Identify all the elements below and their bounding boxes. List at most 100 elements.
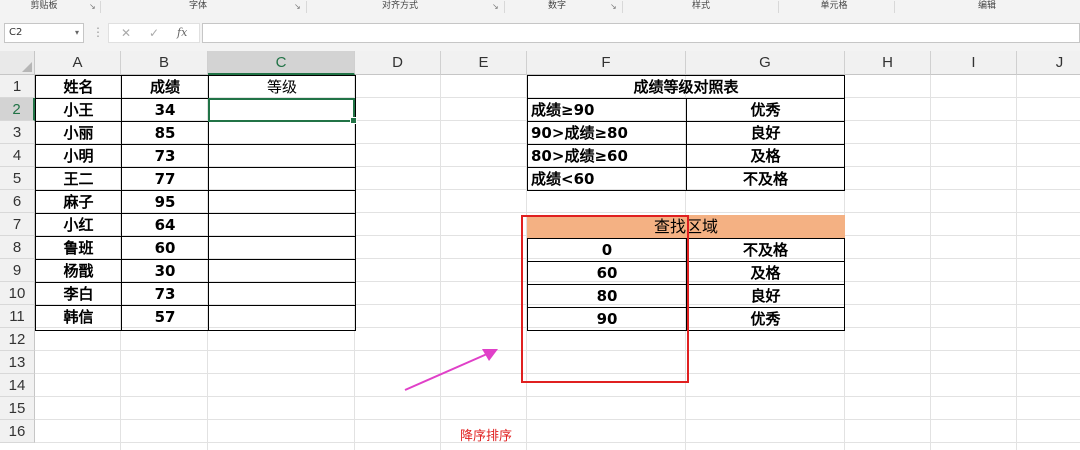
row-header-12[interactable]: 12 (0, 328, 35, 351)
ribbon-separator (306, 1, 307, 13)
cell-grade[interactable] (208, 282, 356, 306)
row-header-10[interactable]: 10 (0, 282, 35, 305)
row-header-7[interactable]: 7 (0, 213, 35, 236)
lookup-grade[interactable]: 优秀 (686, 307, 845, 331)
ribbon-separator (622, 1, 623, 13)
ribbon-group-styles[interactable]: 样式 (684, 0, 718, 12)
alignment-launcher-icon[interactable]: ↘ (492, 2, 499, 11)
cell-score[interactable]: 73 (121, 282, 209, 306)
grade-condition[interactable]: 80>成绩≥60 (527, 144, 687, 168)
column-header-a[interactable]: A (35, 51, 121, 75)
column-header-g[interactable]: G (686, 51, 845, 75)
column-header-d[interactable]: D (355, 51, 441, 75)
row-header-15[interactable]: 15 (0, 397, 35, 420)
name-box-value: C2 (9, 27, 23, 38)
column-header-c[interactable]: C (208, 51, 355, 75)
cell-score[interactable]: 57 (121, 305, 209, 331)
cell-name[interactable]: 小红 (35, 213, 122, 237)
lookup-grade[interactable]: 不及格 (686, 238, 845, 262)
row-header-13[interactable]: 13 (0, 351, 35, 374)
cell-score[interactable]: 95 (121, 190, 209, 214)
header-grade[interactable]: 等级 (208, 75, 356, 99)
cell-grade[interactable] (208, 213, 356, 237)
ribbon-separator (100, 1, 101, 13)
row-header-1[interactable]: 1 (0, 75, 35, 98)
cell-grade[interactable] (208, 305, 356, 331)
cell-score[interactable]: 30 (121, 259, 209, 283)
header-score[interactable]: 成绩 (121, 75, 209, 99)
grade-level[interactable]: 优秀 (686, 98, 845, 122)
row-header-16[interactable]: 16 (0, 420, 35, 443)
chevron-down-icon[interactable]: ▾ (75, 24, 79, 42)
grade-condition[interactable]: 90>成绩≥80 (527, 121, 687, 145)
cell-grade[interactable] (208, 190, 356, 214)
cell-name[interactable]: 王二 (35, 167, 122, 191)
cell-name[interactable]: 小王 (35, 98, 122, 122)
column-header-e[interactable]: E (441, 51, 527, 75)
cell-score[interactable]: 85 (121, 121, 209, 145)
cell-grade[interactable] (208, 167, 356, 191)
ribbon-group-clipboard[interactable]: 剪贴板 (22, 0, 66, 12)
cell-grade[interactable] (208, 144, 356, 168)
row-header-4[interactable]: 4 (0, 144, 35, 167)
cell-grade[interactable] (208, 259, 356, 283)
lookup-grade[interactable]: 及格 (686, 261, 845, 285)
enter-icon[interactable]: ✓ (149, 24, 159, 42)
insert-function-icon[interactable]: fx (177, 24, 187, 42)
ribbon-group-number[interactable]: 数字 (540, 0, 574, 12)
number-launcher-icon[interactable]: ↘ (610, 2, 617, 11)
column-header-i[interactable]: I (931, 51, 1017, 75)
gridline (1016, 75, 1017, 450)
cancel-icon[interactable]: ✕ (121, 24, 131, 42)
column-header-b[interactable]: B (121, 51, 208, 75)
row-header-3[interactable]: 3 (0, 121, 35, 144)
formula-input[interactable] (202, 23, 1080, 43)
cell-grade[interactable] (208, 236, 356, 260)
gridline (35, 419, 1080, 420)
ribbon-group-cells[interactable]: 单元格 (812, 0, 856, 12)
row-header-11[interactable]: 11 (0, 305, 35, 328)
row-header-8[interactable]: 8 (0, 236, 35, 259)
ribbon-group-font[interactable]: 字体 (178, 0, 218, 12)
cell-name[interactable]: 李白 (35, 282, 122, 306)
row-header-14[interactable]: 14 (0, 374, 35, 397)
grade-level[interactable]: 及格 (686, 144, 845, 168)
row-header-6[interactable]: 6 (0, 190, 35, 213)
column-header-j[interactable]: J (1017, 51, 1080, 75)
name-box[interactable]: C2 ▾ (4, 23, 84, 43)
row-header-9[interactable]: 9 (0, 259, 35, 282)
lookup-grade[interactable]: 良好 (686, 284, 845, 308)
row-header-2[interactable]: 2 (0, 98, 35, 121)
ribbon-group-editing[interactable]: 编辑 (970, 0, 1004, 12)
ribbon-separator (894, 1, 895, 13)
row-header-5[interactable]: 5 (0, 167, 35, 190)
header-name[interactable]: 姓名 (35, 75, 122, 99)
fill-handle[interactable] (350, 117, 357, 124)
grade-condition[interactable]: 成绩<60 (527, 167, 687, 191)
cell-name[interactable]: 小明 (35, 144, 122, 168)
cell-name[interactable]: 鲁班 (35, 236, 122, 260)
ribbon-group-alignment[interactable]: 对齐方式 (370, 0, 430, 12)
cell-score[interactable]: 60 (121, 236, 209, 260)
grade-level[interactable]: 良好 (686, 121, 845, 145)
cell-name[interactable]: 韩信 (35, 305, 122, 331)
font-launcher-icon[interactable]: ↘ (294, 2, 301, 11)
cell-score[interactable]: 73 (121, 144, 209, 168)
select-all-corner[interactable] (0, 51, 35, 75)
cell-score[interactable]: 77 (121, 167, 209, 191)
cell-name[interactable]: 杨戬 (35, 259, 122, 283)
cell-name[interactable]: 小丽 (35, 121, 122, 145)
active-cell-c2[interactable] (208, 98, 357, 124)
gridline (440, 75, 441, 450)
cell-name[interactable]: 麻子 (35, 190, 122, 214)
cell-score[interactable]: 34 (121, 98, 209, 122)
grade-condition[interactable]: 成绩≥90 (527, 98, 687, 122)
clipboard-launcher-icon[interactable]: ↘ (89, 2, 96, 11)
column-header-h[interactable]: H (845, 51, 931, 75)
grade-table-title[interactable]: 成绩等级对照表 (527, 75, 845, 99)
more-options-icon[interactable]: ⋮ (92, 23, 104, 41)
cell-score[interactable]: 64 (121, 213, 209, 237)
column-header-f[interactable]: F (527, 51, 686, 75)
grade-level[interactable]: 不及格 (686, 167, 845, 191)
cell-grade[interactable] (208, 121, 356, 145)
